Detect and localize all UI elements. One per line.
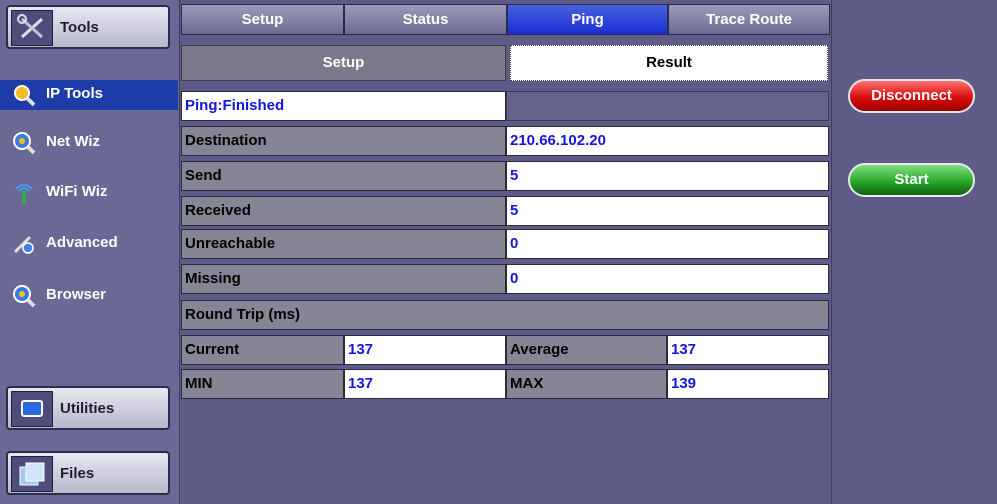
wifi-antenna-icon — [12, 181, 36, 205]
start-button[interactable]: Start — [848, 163, 975, 197]
sidebar-item-wifi-wiz[interactable]: WiFi Wiz — [10, 178, 175, 208]
received-label: Received — [181, 196, 506, 226]
min-label: MIN — [181, 369, 344, 399]
average-value: 137 — [667, 335, 829, 365]
tools-label: Tools — [60, 19, 99, 36]
current-label: Current — [181, 335, 344, 365]
sidebar-item-ip-tools[interactable]: IP Tools — [0, 80, 178, 110]
max-value: 139 — [667, 369, 829, 399]
screen: Tools IP Tools Net Wiz WiFi Wiz Advanced… — [0, 0, 997, 504]
tools-button[interactable]: Tools — [6, 5, 170, 49]
tab-status[interactable]: Status — [344, 4, 507, 35]
advanced-tool-icon — [12, 232, 36, 256]
sidebar-item-label: Advanced — [46, 234, 118, 251]
destination-label: Destination — [181, 126, 506, 156]
tools-icon — [11, 10, 53, 46]
tab-trace-route[interactable]: Trace Route — [668, 4, 830, 35]
files-label: Files — [60, 465, 95, 482]
sidebar-item-label: IP Tools — [46, 85, 103, 102]
received-value: 5 — [506, 196, 829, 226]
disconnect-button[interactable]: Disconnect — [848, 79, 975, 113]
tab-setup[interactable]: Setup — [181, 4, 344, 35]
average-label: Average — [506, 335, 667, 365]
sidebar-item-browser[interactable]: Browser — [10, 281, 175, 311]
utilities-button[interactable]: Utilities — [6, 386, 170, 430]
status-spacer — [506, 91, 829, 121]
sidebar-item-label: Browser — [46, 286, 107, 303]
missing-value: 0 — [506, 264, 829, 294]
round-trip-header: Round Trip (ms) — [181, 300, 829, 330]
destination-value: 210.66.102.20 — [506, 126, 829, 156]
right-panel-divider — [831, 0, 832, 504]
missing-label: Missing — [181, 264, 506, 294]
files-button[interactable]: Files — [6, 451, 170, 495]
globe-magnifier-icon — [12, 284, 36, 308]
sidebar: Tools IP Tools Net Wiz WiFi Wiz Advanced… — [0, 0, 180, 504]
files-icon — [11, 456, 53, 492]
utilities-label: Utilities — [60, 400, 115, 417]
sidebar-item-label: Net Wiz — [46, 133, 101, 150]
magnifier-icon — [12, 83, 36, 107]
min-value: 137 — [344, 369, 506, 399]
sidebar-item-label: WiFi Wiz — [46, 183, 108, 200]
send-value: 5 — [506, 161, 829, 191]
ping-status: Ping:Finished — [181, 91, 506, 121]
monitor-icon — [11, 391, 53, 427]
tab-ping[interactable]: Ping — [507, 4, 668, 35]
sidebar-item-net-wiz[interactable]: Net Wiz — [10, 128, 175, 158]
globe-magnifier-icon — [12, 131, 36, 155]
unreachable-label: Unreachable — [181, 229, 506, 259]
subtab-setup[interactable]: Setup — [181, 45, 506, 81]
subtab-result[interactable]: Result — [510, 45, 828, 81]
max-label: MAX — [506, 369, 667, 399]
send-label: Send — [181, 161, 506, 191]
unreachable-value: 0 — [506, 229, 829, 259]
sidebar-item-advanced[interactable]: Advanced — [10, 229, 175, 259]
current-value: 137 — [344, 335, 506, 365]
